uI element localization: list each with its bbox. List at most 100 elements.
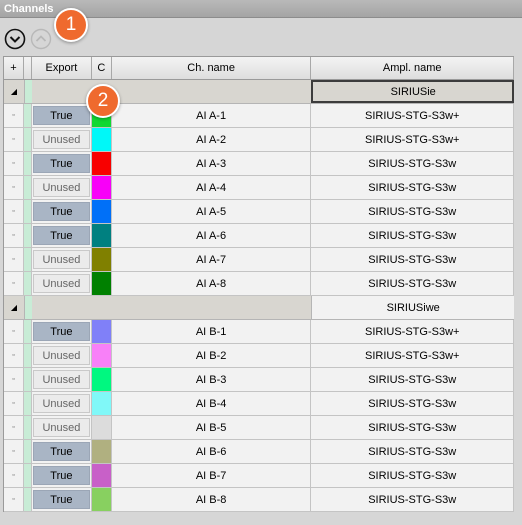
channel-row[interactable]: ▫ Unused AI B-5 SIRIUS-STG-S3w <box>4 416 515 440</box>
channel-row[interactable]: ▫ True AI A-5 SIRIUS-STG-S3w <box>4 200 515 224</box>
color-swatch[interactable] <box>91 440 111 463</box>
color-swatch[interactable] <box>91 392 111 415</box>
channel-row[interactable]: ▫ Unused AI B-4 SIRIUS-STG-S3w <box>4 392 515 416</box>
expand-all-button[interactable] <box>4 28 26 50</box>
export-cell[interactable]: True <box>32 320 92 343</box>
amplifier-name[interactable]: SIRIUS-STG-S3w <box>311 392 515 415</box>
export-toggle[interactable]: True <box>32 106 90 125</box>
amplifier-name[interactable]: SIRIUS-STG-S3w <box>311 224 515 247</box>
channel-row[interactable]: ▫ Unused AI B-2 SIRIUS-STG-S3w+ <box>4 344 515 368</box>
color-swatch[interactable] <box>91 416 111 439</box>
export-cell[interactable]: Unused <box>32 392 92 415</box>
channel-row[interactable]: ▫ True AI B-8 SIRIUS-STG-S3w <box>4 488 515 512</box>
channel-row[interactable]: ▫ True AI A-6 SIRIUS-STG-S3w <box>4 224 515 248</box>
channel-name[interactable]: AI B-4 <box>112 392 312 415</box>
group-row[interactable]: ◢ SIRIUSie <box>4 80 514 104</box>
channel-row[interactable]: ▫ True AI B-1 SIRIUS-STG-S3w+ <box>4 320 515 344</box>
channel-name[interactable]: AI B-6 <box>112 440 312 463</box>
color-cell[interactable] <box>91 368 112 391</box>
color-swatch[interactable] <box>91 176 111 199</box>
amplifier-name[interactable]: SIRIUS-STG-S3w <box>311 200 515 223</box>
channel-row[interactable]: ▫ True AI B-7 SIRIUS-STG-S3w <box>4 464 515 488</box>
amplifier-name[interactable]: SIRIUS-STG-S3w <box>311 176 515 199</box>
color-swatch[interactable] <box>91 248 111 271</box>
export-toggle[interactable]: Unused <box>32 178 90 197</box>
color-cell[interactable] <box>91 272 112 295</box>
channel-name[interactable]: AI A-7 <box>112 248 312 271</box>
amplifier-name[interactable]: SIRIUS-STG-S3w <box>311 368 515 391</box>
channel-name[interactable]: AI A-3 <box>112 152 312 175</box>
export-toggle[interactable]: Unused <box>32 370 90 389</box>
color-cell[interactable] <box>91 488 112 511</box>
export-cell[interactable]: Unused <box>32 272 92 295</box>
add-column-header[interactable]: + <box>4 57 24 79</box>
color-cell[interactable] <box>91 464 112 487</box>
export-cell[interactable]: Unused <box>32 416 92 439</box>
color-cell[interactable] <box>91 224 112 247</box>
amplifier-name[interactable]: SIRIUS-STG-S3w+ <box>311 320 515 343</box>
export-toggle[interactable]: True <box>32 442 90 461</box>
channel-name[interactable]: AI B-8 <box>112 488 312 511</box>
export-column-header[interactable]: Export <box>32 57 92 79</box>
color-swatch[interactable] <box>91 128 111 151</box>
collapse-group-icon[interactable]: ◢ <box>4 296 24 319</box>
channel-row[interactable]: ▫ True AI B-6 SIRIUS-STG-S3w <box>4 440 515 464</box>
color-cell[interactable] <box>91 176 112 199</box>
channel-name[interactable]: AI B-7 <box>112 464 312 487</box>
amplifier-name[interactable]: SIRIUS-STG-S3w <box>311 416 515 439</box>
export-toggle[interactable]: Unused <box>32 130 90 149</box>
channel-name[interactable]: AI A-8 <box>112 272 312 295</box>
export-cell[interactable]: True <box>32 464 92 487</box>
amplifier-name[interactable]: SIRIUS-STG-S3w <box>311 272 515 295</box>
export-cell[interactable]: Unused <box>32 128 92 151</box>
amplifier-name[interactable]: SIRIUS-STG-S3w <box>311 488 515 511</box>
channel-name[interactable]: AI B-1 <box>112 320 312 343</box>
channel-row[interactable]: ▫ Unused AI B-3 SIRIUS-STG-S3w <box>4 368 515 392</box>
amplifier-name[interactable]: SIRIUS-STG-S3w+ <box>311 104 515 127</box>
export-toggle[interactable]: Unused <box>32 250 90 269</box>
collapse-group-icon[interactable]: ◢ <box>4 80 24 103</box>
channel-name[interactable]: AI A-5 <box>112 200 312 223</box>
export-cell[interactable]: True <box>32 152 92 175</box>
export-toggle[interactable]: Unused <box>32 346 90 365</box>
export-cell[interactable]: Unused <box>32 368 92 391</box>
channel-name[interactable]: AI B-3 <box>112 368 312 391</box>
channel-name[interactable]: AI B-5 <box>112 416 312 439</box>
color-cell[interactable] <box>91 440 112 463</box>
export-toggle[interactable]: Unused <box>32 394 90 413</box>
channel-name[interactable]: AI A-4 <box>112 176 312 199</box>
ch-name-column-header[interactable]: Ch. name <box>112 57 312 79</box>
channel-name[interactable]: AI A-6 <box>112 224 312 247</box>
channel-name[interactable]: AI A-1 <box>112 104 312 127</box>
ampl-name-column-header[interactable]: Ampl. name <box>311 57 515 79</box>
export-cell[interactable]: Unused <box>32 176 92 199</box>
color-column-header[interactable]: C <box>92 57 112 79</box>
color-cell[interactable] <box>91 152 112 175</box>
amplifier-name[interactable]: SIRIUS-STG-S3w+ <box>311 344 515 367</box>
color-swatch[interactable] <box>91 200 111 223</box>
collapse-all-button[interactable] <box>30 28 52 50</box>
color-swatch[interactable] <box>91 344 111 367</box>
color-cell[interactable] <box>91 416 112 439</box>
channel-row[interactable]: ▫ Unused AI A-2 SIRIUS-STG-S3w+ <box>4 128 515 152</box>
export-toggle[interactable]: True <box>32 154 90 173</box>
export-cell[interactable]: True <box>32 224 92 247</box>
channel-name[interactable]: AI A-2 <box>112 128 312 151</box>
export-toggle[interactable]: Unused <box>32 418 90 437</box>
color-cell[interactable] <box>91 320 112 343</box>
color-cell[interactable] <box>91 248 112 271</box>
export-cell[interactable]: Unused <box>32 344 92 367</box>
export-cell[interactable]: True <box>32 488 92 511</box>
export-toggle[interactable]: True <box>32 490 90 509</box>
export-cell[interactable]: Unused <box>32 248 92 271</box>
export-cell[interactable]: True <box>32 104 92 127</box>
color-swatch[interactable] <box>91 320 111 343</box>
export-toggle[interactable]: True <box>32 202 90 221</box>
export-toggle[interactable]: True <box>32 226 90 245</box>
channel-row[interactable]: ▫ Unused AI A-8 SIRIUS-STG-S3w <box>4 272 515 296</box>
color-cell[interactable] <box>91 200 112 223</box>
group-name[interactable]: SIRIUSiwe <box>311 296 514 319</box>
channel-row[interactable]: ▫ Unused AI A-7 SIRIUS-STG-S3w <box>4 248 515 272</box>
channel-name[interactable]: AI B-2 <box>112 344 312 367</box>
color-swatch[interactable] <box>91 368 111 391</box>
